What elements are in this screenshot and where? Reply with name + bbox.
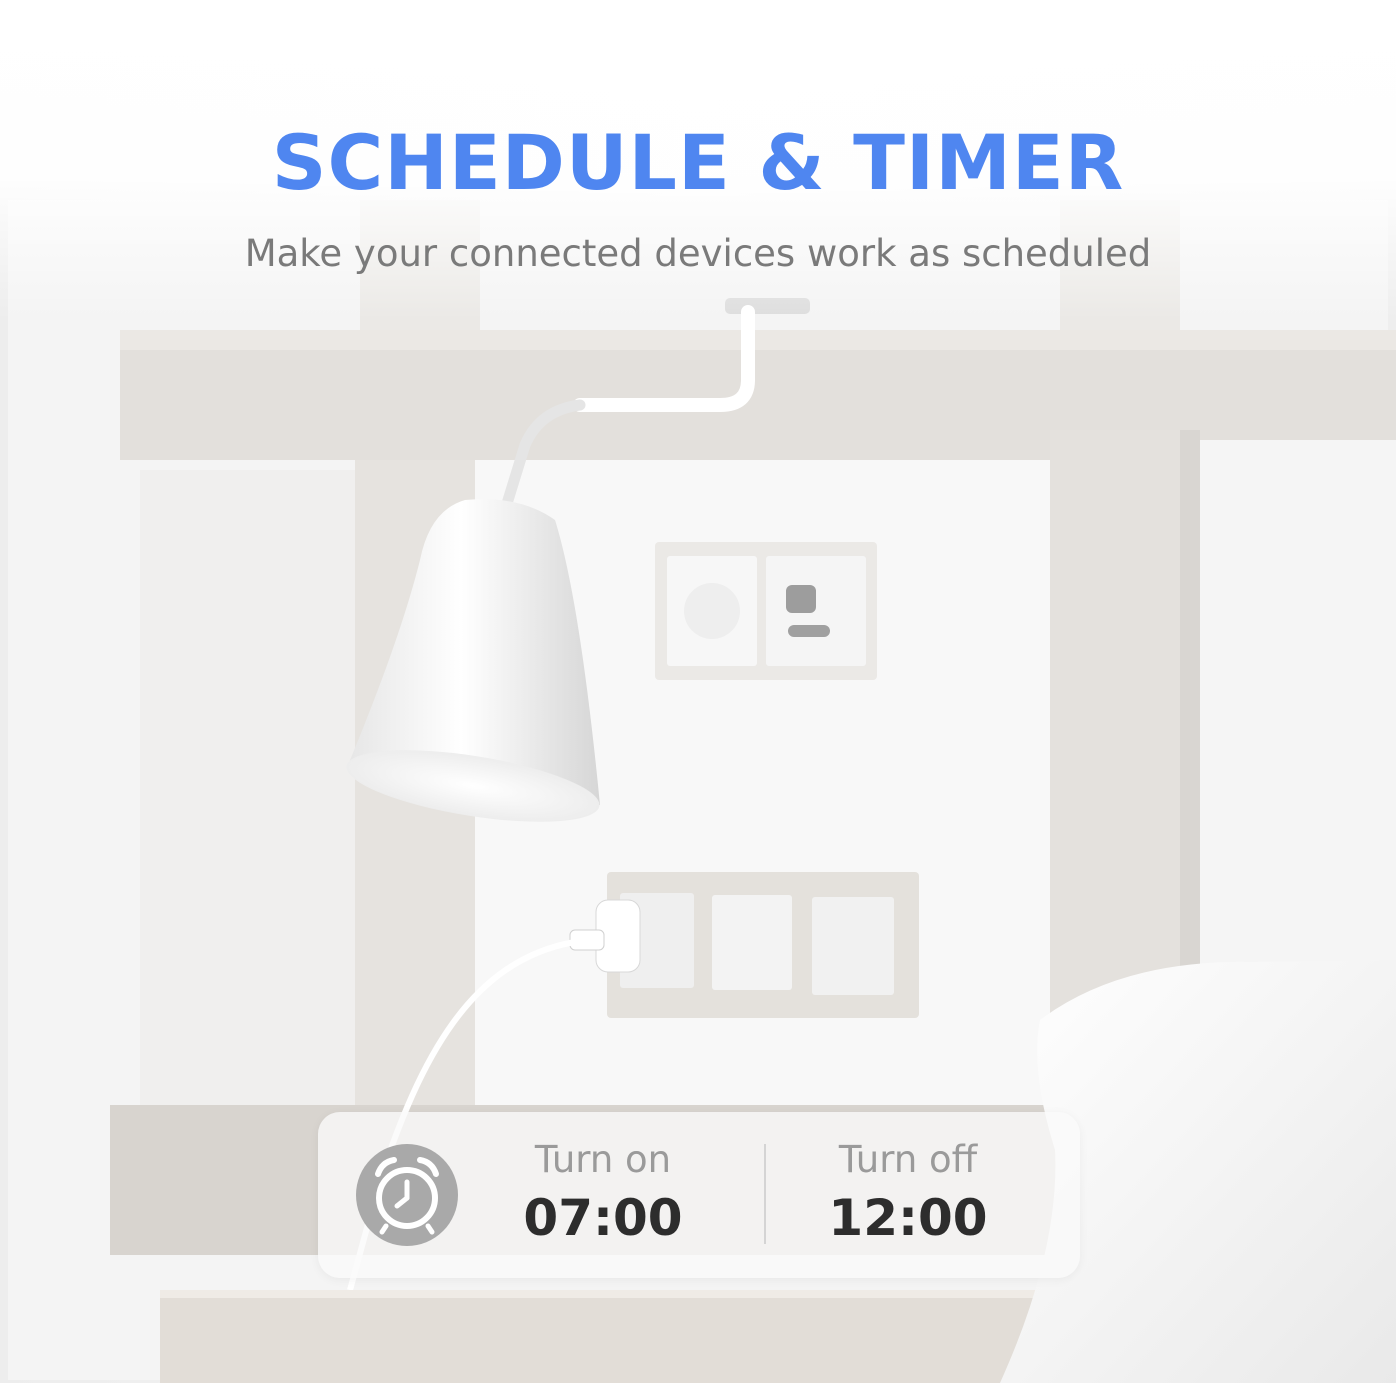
turn-on-slot: Turn on 07:00 <box>473 1136 733 1250</box>
page-title: SCHEDULE & TIMER <box>271 118 1125 207</box>
page-subtitle: Make your connected devices work as sche… <box>244 232 1152 275</box>
turn-off-slot: Turn off 12:00 <box>778 1136 1038 1250</box>
turn-on-time: 07:00 <box>523 1189 683 1247</box>
turn-off-label: Turn off <box>838 1138 978 1181</box>
stopwatch-icon <box>356 1144 458 1246</box>
page: SCHEDULE & TIMER Make your connected dev… <box>0 0 1396 1383</box>
timer-divider <box>764 1144 766 1244</box>
turn-off-time: 12:00 <box>828 1189 988 1247</box>
timer-card: Turn on 07:00 Turn off 12:00 <box>318 1112 1080 1278</box>
turn-on-label: Turn on <box>534 1138 672 1181</box>
